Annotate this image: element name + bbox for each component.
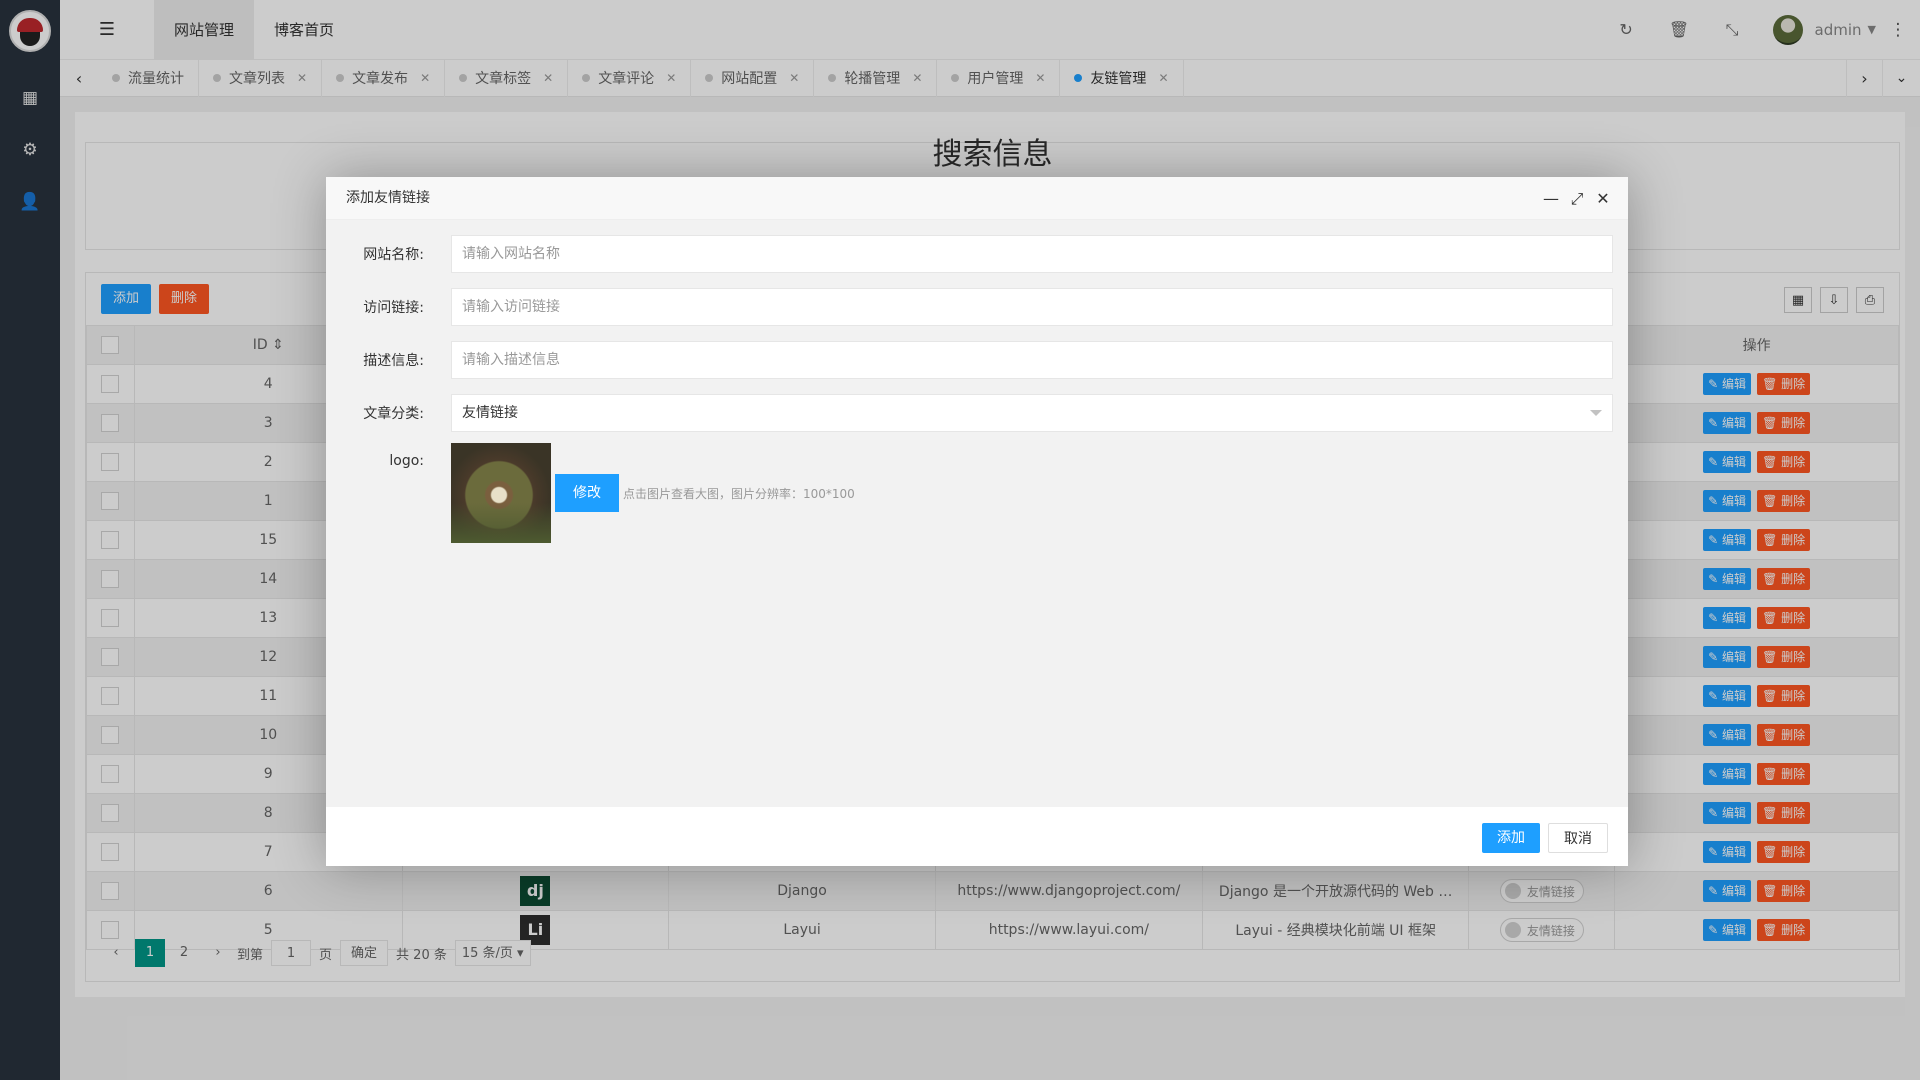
desc-label: 描述信息:	[363, 353, 424, 369]
logo-tip: 点击图片查看大图，图片分辨率：100*100	[623, 487, 855, 501]
change-logo-button[interactable]: 修改	[555, 474, 619, 512]
modal-footer: 添加 取消	[326, 807, 1628, 866]
category-row: 文章分类: 友情链接	[326, 394, 1628, 432]
modal-title: 添加友情链接	[346, 190, 430, 206]
url-label: 访问链接:	[363, 300, 424, 316]
logo-preview-image[interactable]	[451, 443, 551, 543]
add-link-modal: 添加友情链接 — ⤢ ✕ 网站名称: 请输入网站名称 访问链接: 请输入访问链接…	[326, 177, 1628, 866]
category-select[interactable]: 友情链接	[451, 394, 1613, 432]
modal-header: 添加友情链接 — ⤢ ✕	[326, 177, 1628, 220]
logo-label: logo:	[389, 453, 424, 469]
maximize-icon[interactable]: ⤢	[1564, 177, 1590, 220]
close-icon[interactable]: ✕	[1590, 177, 1616, 220]
chevron-down-icon	[1590, 410, 1602, 416]
name-row: 网站名称: 请输入网站名称	[326, 235, 1628, 273]
logo-row: logo: 修改 点击图片查看大图，图片分辨率：100*100	[326, 443, 1628, 543]
cancel-button[interactable]: 取消	[1548, 823, 1608, 853]
desc-input[interactable]: 请输入描述信息	[451, 341, 1613, 379]
desc-row: 描述信息: 请输入描述信息	[326, 341, 1628, 379]
category-value: 友情链接	[462, 405, 518, 421]
modal-body: 网站名称: 请输入网站名称 访问链接: 请输入访问链接 描述信息: 请输入描述信…	[326, 220, 1628, 807]
site-name-input[interactable]: 请输入网站名称	[451, 235, 1613, 273]
url-row: 访问链接: 请输入访问链接	[326, 288, 1628, 326]
category-label: 文章分类:	[363, 406, 424, 422]
name-label: 网站名称:	[363, 247, 424, 263]
minimize-icon[interactable]: —	[1538, 177, 1564, 220]
url-input[interactable]: 请输入访问链接	[451, 288, 1613, 326]
submit-button[interactable]: 添加	[1482, 823, 1540, 853]
